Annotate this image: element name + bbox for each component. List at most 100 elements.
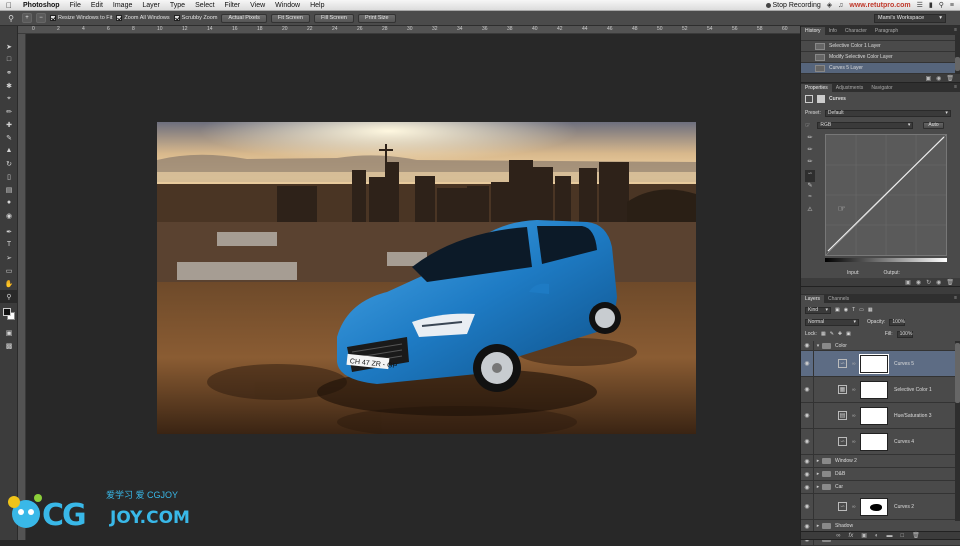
filter-adjustment-icon[interactable]: ◉ (844, 307, 848, 313)
target-adjust-icon[interactable]: ☞ (805, 122, 810, 129)
move-tool-icon[interactable]: ➤ (0, 40, 18, 53)
pen-tool-icon[interactable]: ✒ (0, 225, 18, 238)
filter-type-icon[interactable]: T (852, 307, 855, 313)
layer-mask-thumbnail[interactable] (859, 353, 889, 374)
expand-arrow-icon[interactable]: ▸ (814, 458, 822, 464)
menu-edit[interactable]: Edit (86, 2, 108, 9)
tab-character[interactable]: Character (841, 27, 871, 35)
color-swatches[interactable] (0, 306, 18, 326)
eye-icon[interactable]: ◉ (801, 455, 814, 467)
filter-smart-object-icon[interactable]: ▦ (868, 307, 873, 313)
stop-recording-button[interactable]: Stop Recording (765, 2, 821, 9)
eye-icon[interactable]: ◉ (801, 429, 814, 454)
channel-dropdown[interactable]: RGB ▾ (817, 121, 914, 129)
layer-group-row[interactable]: ◉ ▸ D&B (801, 468, 960, 481)
expand-arrow-icon[interactable]: ▸ (814, 471, 822, 477)
apple-icon[interactable]:  (0, 1, 18, 10)
crop-tool-icon[interactable]: ⌖ (0, 92, 18, 105)
workspace-switcher[interactable]: Mami's Workspace ▾ (874, 13, 946, 23)
link-icon[interactable]: ∞ (852, 504, 856, 510)
menu-app-name[interactable]: Photoshop (18, 2, 65, 9)
lock-transparent-icon[interactable]: ▦ (821, 331, 826, 337)
menu-select[interactable]: Select (190, 2, 219, 9)
menu-view[interactable]: View (245, 2, 270, 9)
fit-screen-button[interactable]: Fit Screen (270, 13, 310, 23)
layer-row[interactable]: ◉ ▦ ∞ Selective Color 1 (801, 377, 960, 403)
smooth-curve-icon[interactable]: ≈ (805, 194, 815, 206)
history-item-selected[interactable]: Curves 5 Layer (801, 63, 960, 74)
tab-paragraph[interactable]: Paragraph (871, 27, 902, 35)
trash-icon[interactable]: 🗑 (912, 532, 920, 539)
eraser-tool-icon[interactable]: ▯ (0, 170, 18, 183)
shape-tool-icon[interactable]: ▭ (0, 264, 18, 277)
dropbox-icon[interactable]: ◈ (827, 1, 832, 9)
new-layer-icon[interactable]: □ (901, 533, 905, 539)
curves-graph[interactable]: ☞ (825, 134, 947, 256)
link-icon[interactable]: ∞ (852, 439, 856, 445)
hand-tool-icon[interactable]: ✋ (0, 277, 18, 290)
new-snapshot-icon[interactable]: ◉ (936, 75, 941, 82)
tab-layers[interactable]: Layers (801, 295, 825, 303)
tab-navigator[interactable]: Navigator (867, 84, 896, 92)
layer-row[interactable]: ◉ ▤ ∞ Hue/Saturation 3 (801, 403, 960, 429)
quick-mask-icon[interactable]: ▣ (0, 326, 18, 339)
layer-mask-thumbnail[interactable] (860, 380, 888, 399)
eyedropper-tool-icon[interactable]: ✏ (0, 105, 18, 118)
tab-history[interactable]: History (801, 27, 825, 35)
history-brush-tool-icon[interactable]: ↻ (0, 157, 18, 170)
panel-menu-icon[interactable]: ≡ (954, 27, 957, 33)
history-scrollbar[interactable] (955, 35, 960, 74)
scrubby-zoom-checkbox[interactable]: Scrubby Zoom (173, 15, 217, 21)
zoom-out-icon[interactable]: − (36, 13, 46, 23)
battery-icon[interactable]: ▮ (929, 1, 933, 9)
dodge-tool-icon[interactable]: ◉ (0, 209, 18, 222)
gray-point-eyedropper-icon[interactable]: ✏ (805, 146, 815, 158)
menu-filter[interactable]: Filter (220, 2, 246, 9)
curve-point-tool-icon[interactable]: ∽ (805, 170, 815, 182)
opacity-field[interactable]: 100% (889, 318, 906, 326)
tab-properties[interactable]: Properties (801, 84, 832, 92)
zoom-in-icon[interactable]: + (22, 13, 32, 23)
fill-screen-button[interactable]: Fill Screen (314, 13, 354, 23)
menu-image[interactable]: Image (108, 2, 137, 9)
eye-icon[interactable]: ◉ (801, 351, 814, 376)
layer-row-selected[interactable]: ◉ ∽ ∞ Curves 5 (801, 351, 960, 377)
preset-dropdown[interactable]: Default ▾ (824, 109, 951, 117)
expand-arrow-icon[interactable]: ▾ (814, 343, 822, 349)
visibility-icon[interactable]: ◉ (936, 279, 941, 286)
panel-menu-icon[interactable]: ≡ (954, 84, 957, 90)
document-image[interactable]: CH 47 ZR - GP (157, 122, 696, 434)
clone-stamp-tool-icon[interactable]: ▲ (0, 144, 18, 157)
layer-mask-thumbnail[interactable] (860, 406, 888, 425)
layer-row[interactable]: ◉ ∽ ∞ Curves 4 (801, 429, 960, 455)
white-point-eyedropper-icon[interactable]: ✏ (805, 158, 815, 170)
healing-brush-tool-icon[interactable]: ✚ (0, 118, 18, 131)
search-icon[interactable]: ⚲ (939, 1, 944, 9)
speaker-icon[interactable]: ♫ (838, 2, 843, 9)
eye-icon[interactable]: ◉ (801, 403, 814, 428)
clipping-warning-icon[interactable]: ⚠ (805, 206, 815, 218)
link-layers-icon[interactable]: ∞ (836, 533, 840, 539)
quick-select-tool-icon[interactable]: ✱ (0, 79, 18, 92)
new-document-from-state-icon[interactable]: ▣ (925, 75, 931, 82)
tab-info[interactable]: Info (825, 27, 841, 35)
path-select-tool-icon[interactable]: ➢ (0, 251, 18, 264)
screen-mode-icon[interactable]: ▩ (0, 339, 18, 352)
eye-icon[interactable]: ◉ (801, 481, 814, 493)
layer-group-row[interactable]: ◉ ▸ Window 2 (801, 455, 960, 468)
lock-image-icon[interactable]: ✎ (830, 331, 834, 337)
eye-icon[interactable]: ◉ (801, 341, 814, 350)
scroll-thumb[interactable] (955, 57, 960, 71)
fill-field[interactable]: 100% (896, 330, 913, 338)
new-group-icon[interactable]: ▬ (887, 533, 893, 539)
link-icon[interactable]: ∞ (852, 413, 856, 419)
print-size-button[interactable]: Print Size (357, 13, 396, 23)
notification-icon[interactable]: ≡ (950, 2, 954, 9)
zoom-all-windows-checkbox[interactable]: Zoom All Windows (116, 15, 170, 21)
marquee-tool-icon[interactable]: □ (0, 53, 18, 66)
blur-tool-icon[interactable]: ● (0, 196, 18, 209)
wifi-icon[interactable]: ☰ (917, 1, 923, 9)
filter-shape-icon[interactable]: ▭ (859, 307, 864, 313)
tab-channels[interactable]: Channels (824, 295, 853, 303)
eye-icon[interactable]: ◉ (801, 468, 814, 480)
